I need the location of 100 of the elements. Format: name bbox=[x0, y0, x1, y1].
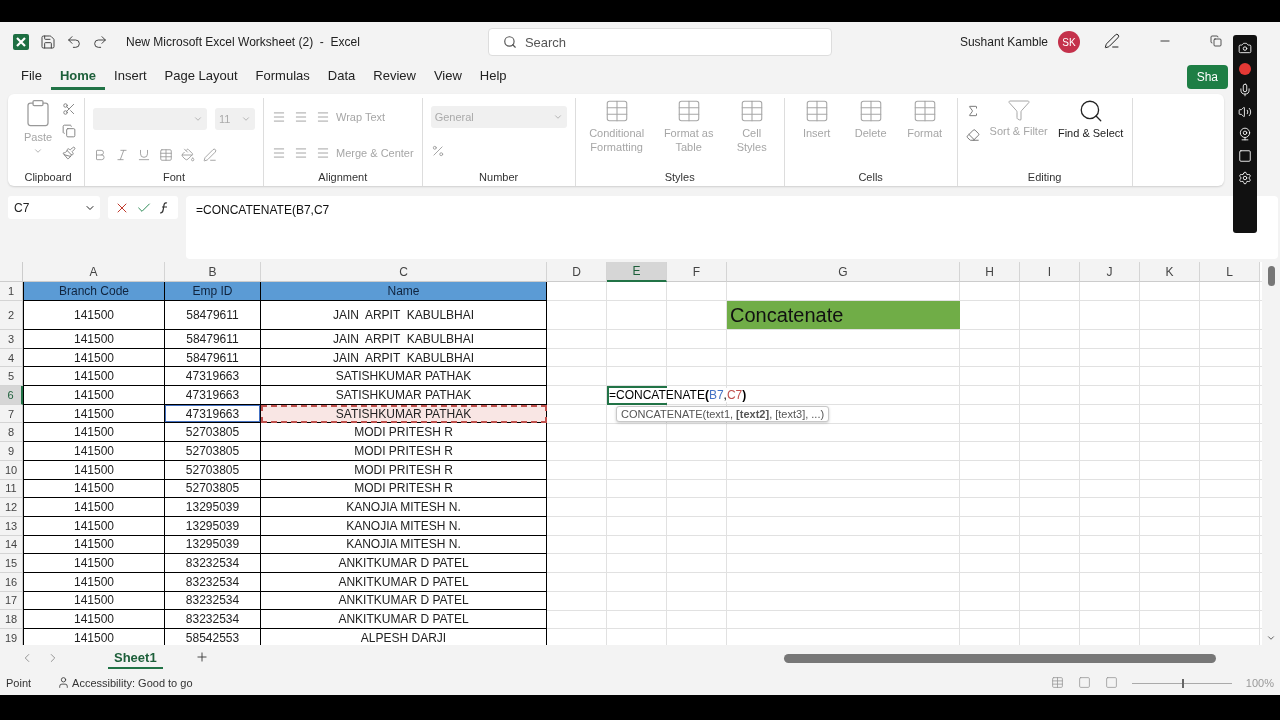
ribbon-button[interactable]: Find & Select bbox=[1057, 98, 1124, 140]
header-cell: Branch Code bbox=[23, 282, 165, 301]
active-cell[interactable]: =CONCATENATE(B7,C7) bbox=[609, 388, 749, 403]
table-cell: 83232534 bbox=[165, 610, 261, 629]
user-avatar[interactable]: SK bbox=[1058, 31, 1080, 53]
webcam-icon[interactable] bbox=[1238, 127, 1252, 141]
menu-tab[interactable]: Home bbox=[50, 64, 106, 90]
column-header[interactable]: D bbox=[547, 262, 607, 282]
search-field[interactable]: Search bbox=[487, 28, 832, 56]
align-right-icon[interactable] bbox=[316, 146, 330, 160]
scroll-down-icon[interactable] bbox=[1266, 633, 1276, 643]
add-sheet-icon[interactable] bbox=[194, 649, 209, 664]
speaker-icon[interactable] bbox=[1238, 105, 1252, 119]
format-painter-icon[interactable] bbox=[62, 146, 76, 160]
table-cell: 141500 bbox=[23, 442, 165, 461]
table-cell: 58479611 bbox=[165, 301, 261, 330]
menu-tab[interactable]: Data bbox=[318, 64, 365, 90]
menu-tab[interactable]: File bbox=[12, 64, 51, 90]
page-layout-icon[interactable] bbox=[1077, 675, 1091, 689]
align-left-icon[interactable] bbox=[272, 146, 286, 160]
table-cell: KANOJIA MITESH N. bbox=[261, 498, 547, 517]
group-label: Alignment bbox=[318, 171, 368, 185]
align-top-icon[interactable] bbox=[272, 110, 286, 124]
column-header[interactable]: E bbox=[607, 262, 667, 282]
accessibility-icon[interactable] bbox=[57, 675, 71, 689]
title-cell: Concatenate bbox=[727, 301, 960, 330]
settings-icon[interactable] bbox=[1238, 171, 1252, 185]
column-header[interactable]: G bbox=[727, 262, 960, 282]
page-break-icon[interactable] bbox=[1104, 675, 1118, 689]
column-header[interactable]: H bbox=[960, 262, 1020, 282]
cut-icon[interactable] bbox=[62, 102, 76, 116]
column-header[interactable]: K bbox=[1140, 262, 1200, 282]
menu-tab[interactable]: View bbox=[424, 64, 471, 90]
group-label: Number bbox=[479, 171, 519, 185]
undo-icon[interactable] bbox=[66, 34, 82, 50]
column-header[interactable]: F bbox=[667, 262, 727, 282]
row-header[interactable]: 19 bbox=[0, 629, 23, 645]
name-box[interactable]: C7 bbox=[8, 196, 100, 219]
restore-icon[interactable] bbox=[1210, 34, 1222, 47]
group-label: Font bbox=[163, 171, 185, 185]
font-name-field[interactable] bbox=[93, 108, 207, 130]
align-center-icon[interactable] bbox=[294, 146, 308, 160]
row-header[interactable]: 6 bbox=[0, 386, 23, 405]
row-header[interactable]: 2 bbox=[0, 301, 23, 330]
eraser-icon[interactable] bbox=[965, 128, 980, 142]
accessibility-status[interactable]: Accessibility: Good to go bbox=[72, 677, 193, 689]
row-header[interactable]: 15 bbox=[0, 554, 23, 573]
menu-tab[interactable]: Page Layout bbox=[155, 64, 247, 90]
borders-icon[interactable] bbox=[159, 148, 173, 162]
caret-icon bbox=[193, 114, 203, 124]
font-color-icon[interactable] bbox=[203, 148, 217, 162]
row-header[interactable]: 5 bbox=[0, 367, 23, 387]
redo-icon[interactable] bbox=[92, 34, 108, 50]
table-cell: 141500 bbox=[23, 498, 165, 517]
italic-icon[interactable] bbox=[115, 148, 129, 162]
table-cell: SATISHKUMAR PATHAK bbox=[261, 367, 547, 387]
share-button[interactable]: Sha bbox=[1186, 65, 1228, 89]
group-label: Editing bbox=[1027, 171, 1062, 185]
pen-icon[interactable] bbox=[1104, 32, 1120, 49]
zoom-slider-thumb[interactable] bbox=[1181, 678, 1184, 688]
row-header[interactable]: 9 bbox=[0, 442, 23, 461]
align-middle-icon[interactable] bbox=[294, 110, 308, 124]
scrollbar-thumb[interactable] bbox=[784, 653, 1216, 663]
fill-color-icon[interactable] bbox=[181, 148, 195, 162]
bold-icon[interactable] bbox=[93, 148, 107, 162]
menu-tab[interactable]: Insert bbox=[105, 64, 156, 90]
menu-tab[interactable]: Review bbox=[364, 64, 425, 90]
table-cell: 52703805 bbox=[165, 423, 261, 443]
column-header[interactable]: A bbox=[23, 262, 165, 282]
column-header[interactable]: L bbox=[1200, 262, 1260, 282]
table-cell: 83232534 bbox=[165, 554, 261, 573]
row-header[interactable]: 8 bbox=[0, 423, 23, 443]
row-header[interactable]: 18 bbox=[0, 610, 23, 629]
menu-tab[interactable]: Help bbox=[470, 64, 516, 90]
row-header[interactable]: 12 bbox=[0, 498, 23, 517]
row-header[interactable]: 1 bbox=[0, 282, 23, 301]
filter-icon bbox=[1006, 98, 1031, 122]
column-header[interactable]: J bbox=[1080, 262, 1140, 282]
formula-field[interactable]: =CONCATENATE(B7,C7 bbox=[186, 196, 1278, 259]
column-header[interactable]: B bbox=[165, 262, 261, 282]
column-header[interactable]: I bbox=[1020, 262, 1080, 282]
camera-icon[interactable] bbox=[1238, 41, 1252, 55]
percent-icon[interactable] bbox=[430, 144, 445, 158]
save-icon[interactable] bbox=[40, 34, 56, 50]
align-bottom-icon[interactable] bbox=[316, 110, 330, 124]
column-header[interactable]: C bbox=[261, 262, 547, 282]
table-cell: 141500 bbox=[23, 301, 165, 330]
table-cell: ANKITKUMAR D PATEL bbox=[261, 554, 547, 573]
stop-icon[interactable] bbox=[1238, 149, 1252, 163]
normal-view-icon[interactable] bbox=[1050, 675, 1064, 689]
row-header[interactable]: 3 bbox=[0, 330, 23, 349]
window-title: New Microsoft Excel Worksheet (2) - Excel bbox=[126, 35, 360, 49]
sheet-tab[interactable]: Sheet1 bbox=[108, 647, 163, 669]
copy-icon[interactable] bbox=[62, 124, 76, 138]
scrollbar-thumb[interactable] bbox=[1267, 266, 1275, 286]
underline-icon[interactable] bbox=[137, 148, 151, 162]
record-icon[interactable] bbox=[1239, 63, 1251, 75]
menu-tab[interactable]: Formulas bbox=[246, 64, 319, 90]
table-cell: JAIN ARPIT KABULBHAI bbox=[261, 301, 547, 330]
microphone-icon[interactable] bbox=[1238, 83, 1252, 97]
